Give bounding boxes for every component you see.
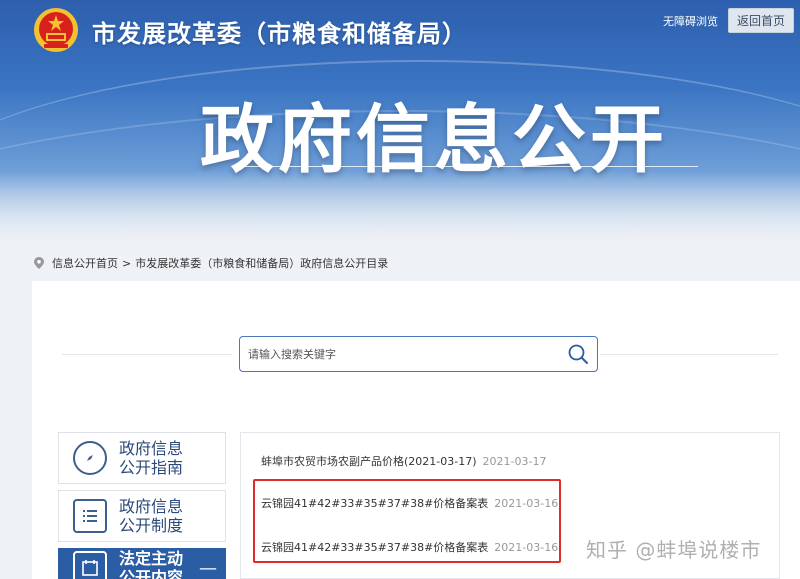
compass-icon: [73, 441, 107, 475]
accessibility-link[interactable]: 无障碍浏览: [663, 13, 718, 29]
sidebar-item-label: 法定主动公开内容: [119, 549, 184, 579]
top-links: 无障碍浏览 返回首页: [663, 8, 794, 33]
search-input[interactable]: [248, 347, 567, 361]
document-date: 2021-03-16: [494, 541, 559, 554]
sidebar: 政府信息公开指南 政府信息公开制度 法定主动公开内容 —: [58, 432, 226, 579]
document-title-link[interactable]: 蚌埠市农贸市场农副产品价格(2021-03-17): [261, 453, 477, 469]
location-pin-icon: [34, 257, 44, 269]
search-icon[interactable]: [567, 343, 589, 365]
sidebar-item-label: 政府信息公开指南: [119, 439, 184, 477]
breadcrumb-current[interactable]: 市发展改革委（市粮食和储备局）政府信息公开目录: [135, 255, 388, 271]
title-underline: [232, 166, 698, 167]
breadcrumb: 信息公开首页 > 市发展改革委（市粮食和储备局）政府信息公开目录: [34, 255, 388, 271]
breadcrumb-home-link[interactable]: 信息公开首页: [52, 255, 118, 271]
document-date: 2021-03-16: [494, 497, 559, 510]
sidebar-item-system[interactable]: 政府信息公开制度: [58, 490, 226, 542]
document-title-link[interactable]: 云锦园41#42#33#35#37#38#价格备案表: [261, 495, 488, 511]
sidebar-item-label: 政府信息公开制度: [119, 497, 184, 535]
document-title-link[interactable]: 云锦园41#42#33#35#37#38#价格备案表: [261, 539, 488, 555]
list-item[interactable]: 云锦园41#42#33#35#37#38#价格备案表 2021-03-16: [261, 539, 558, 555]
document-date: 2021-03-17: [482, 455, 547, 468]
back-home-button[interactable]: 返回首页: [727, 8, 794, 33]
site-title: 市发展改革委（市粮食和储备局）: [92, 20, 467, 48]
page-title: 政府信息公开: [200, 97, 668, 183]
breadcrumb-separator: >: [122, 256, 132, 270]
divider: [600, 354, 778, 355]
sidebar-item-guide[interactable]: 政府信息公开指南: [58, 432, 226, 484]
search-bar: [239, 336, 598, 372]
document-list-icon: [73, 499, 107, 533]
national-emblem-icon: [34, 8, 78, 52]
collapse-toggle[interactable]: —: [199, 558, 217, 579]
list-item[interactable]: 云锦园41#42#33#35#37#38#价格备案表 2021-03-16: [261, 495, 558, 511]
calendar-icon: [73, 551, 107, 579]
list-item[interactable]: 蚌埠市农贸市场农副产品价格(2021-03-17) 2021-03-17: [261, 453, 546, 469]
divider: [62, 354, 232, 355]
sidebar-item-active-disclosure[interactable]: 法定主动公开内容 —: [58, 548, 226, 579]
watermark: 知乎 @蚌埠说楼市: [586, 538, 762, 562]
